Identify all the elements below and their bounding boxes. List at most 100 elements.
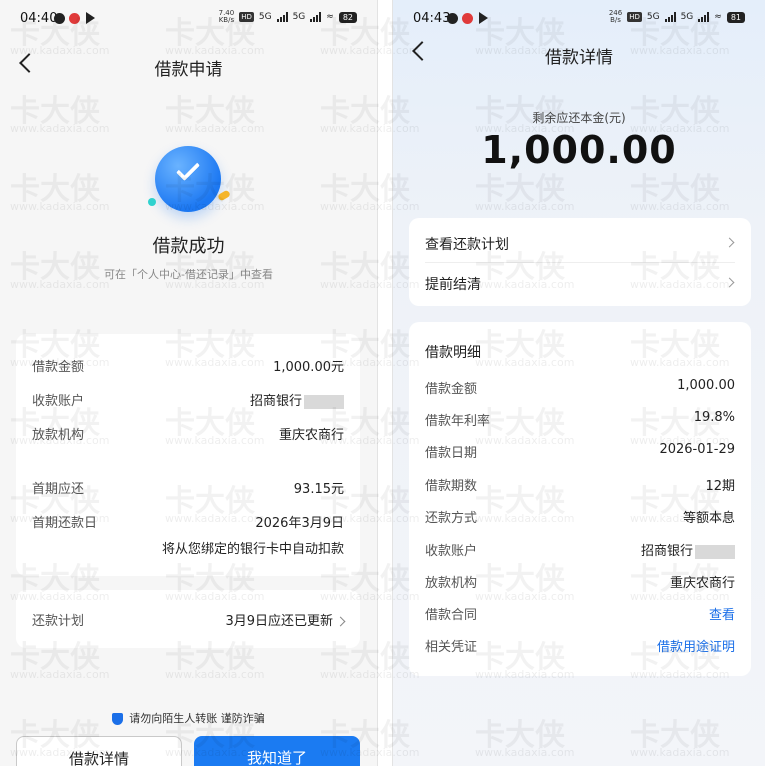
fraud-warning: 请勿向陌生人转账 谨防诈骗 [0,710,377,726]
loan-detail-card: 借款明细 借款金额 1,000.00 借款年利率 19.8% 借款日期 2026… [409,322,751,676]
detail-key: 还款方式 [425,511,478,526]
detail-key: 借款合同 [425,608,478,623]
nav-bar: 借款申请 [0,42,377,90]
detail-row: 借款金额 1,000.00元 [16,356,360,376]
chevron-right-icon [335,616,346,627]
shield-icon [112,713,124,725]
detail-key: 放款机构 [32,428,85,443]
page-title: 借款申请 [154,60,223,80]
detail-value: 重庆农商行 [278,428,344,443]
status-bar: 04:40 7.40 KB/s HD 5G 5G ≈ 82 [0,0,377,36]
play-icon [86,12,95,24]
status-right: 246 B/s HD 5G 5G ≈ 81 [609,10,745,24]
wifi-icon: ≈ [326,12,334,22]
sim1-label: 5G [258,12,272,22]
detail-row: 借款期数 12期 [409,475,751,495]
message-icon [54,12,65,24]
early-settlement-link[interactable]: 提前结清 [409,262,751,302]
detail-row: 相关凭证 借款用途证明 [409,636,751,656]
detail-key: 借款金额 [32,360,85,375]
plan-label: 还款计划 [32,614,85,629]
detail-key: 收款账户 [425,544,478,559]
loan-application-screen: 04:40 7.40 KB/s HD 5G 5G ≈ 82 借款申请 借款成功 可… [0,0,377,766]
detail-row: 收款账户 招商银行 [16,390,360,410]
status-time: 04:40 [20,11,58,26]
detail-key: 放款机构 [425,576,478,591]
sim1-label: 5G [646,12,660,22]
detail-key: 收款账户 [32,394,85,409]
screen-divider [377,0,393,766]
remaining-principal-amount: 1,000.00 [481,128,677,172]
detail-key: 首期还款日 [32,516,98,531]
masked-account [695,544,735,559]
detail-value: 等额本息 [682,511,735,526]
got-it-button[interactable]: 我知道了 [194,736,360,766]
actions-card: 查看还款计划 提前结清 [409,218,751,306]
detail-row: 借款合同 查看 [409,604,751,624]
success-subtitle: 可在「个人中心-借还记录」中查看 [104,268,273,281]
detail-key: 首期应还 [32,482,85,497]
detail-key: 借款金额 [425,382,478,397]
chevron-right-icon [724,237,735,248]
nav-bar: 借款详情 [393,30,765,78]
detail-value: 12期 [705,479,735,494]
loan-purpose-proof-link[interactable]: 借款用途证明 [657,636,735,655]
decoration-dot [148,198,156,206]
chevron-right-icon [724,277,735,288]
network-speed: 7.40 KB/s [218,9,235,24]
status-time: 04:43 [413,11,451,26]
plan-row: 还款计划 3月9日应还已更新 [16,610,360,630]
loan-detail-button[interactable]: 借款详情 [16,736,182,766]
repayment-plan-row[interactable]: 还款计划 3月9日应还已更新 [16,590,360,648]
masked-account [304,394,344,409]
detail-row: 首期还款日 2026年3月9日 [16,512,360,532]
section-title: 借款明细 [425,345,481,361]
notification-icons [447,12,488,24]
signal-icon-2 [698,12,710,22]
detail-value: 2026-01-29 [659,442,735,457]
view-repayment-plan-link[interactable]: 查看还款计划 [409,222,751,262]
loan-summary-card: 借款金额 1,000.00元 收款账户 招商银行 放款机构 重庆农商行 首期应还… [16,334,360,576]
detail-key: 借款日期 [425,446,478,461]
app-notification-icon [462,12,473,24]
sim2-label: 5G [680,12,694,22]
detail-value: 重庆农商行 [669,576,735,591]
detail-value: 19.8% [693,410,735,425]
detail-row: 放款机构 重庆农商行 [16,424,360,444]
hd-icon: HD [239,12,254,22]
sim2-label: 5G [292,12,306,22]
link-label: 提前结清 [425,277,481,293]
wifi-icon: ≈ [714,12,722,22]
battery-icon: 81 [726,11,745,23]
detail-row: 放款机构 重庆农商行 [409,572,751,592]
view-contract-link[interactable]: 查看 [709,604,735,623]
detail-value: 2026年3月9日 [255,516,344,531]
signal-icon-2 [310,12,322,22]
detail-row: 借款金额 1,000.00 [409,378,751,398]
page-title: 借款详情 [545,48,613,68]
detail-key: 相关凭证 [425,640,478,655]
detail-row: 借款日期 2026-01-29 [409,442,751,462]
detail-value: 招商银行 [641,540,735,559]
plan-value: 3月9日应还已更新 [225,610,346,629]
network-speed: 246 B/s [608,9,623,24]
detail-row: 借款年利率 19.8% [409,410,751,430]
detail-row: 首期应还 93.15元 [16,478,360,498]
success-check-icon [155,146,221,212]
decoration-dash [217,189,231,202]
detail-row: 收款账户 招商银行 [409,540,751,560]
detail-value: 1,000.00 [677,378,735,393]
signal-icon [276,12,288,22]
play-icon [479,12,488,24]
battery-icon: 82 [338,11,357,23]
notification-icons [54,12,95,24]
detail-value: 93.15元 [293,482,344,497]
auto-debit-note: 将从您绑定的银行卡中自动扣款 [161,542,344,557]
detail-key: 借款期数 [425,479,478,494]
signal-icon [664,12,676,22]
app-notification-icon [69,12,80,24]
detail-row: 还款方式 等额本息 [409,507,751,527]
status-right: 7.40 KB/s HD 5G 5G ≈ 82 [219,10,357,24]
message-icon [447,12,458,24]
success-title: 借款成功 [152,236,225,257]
